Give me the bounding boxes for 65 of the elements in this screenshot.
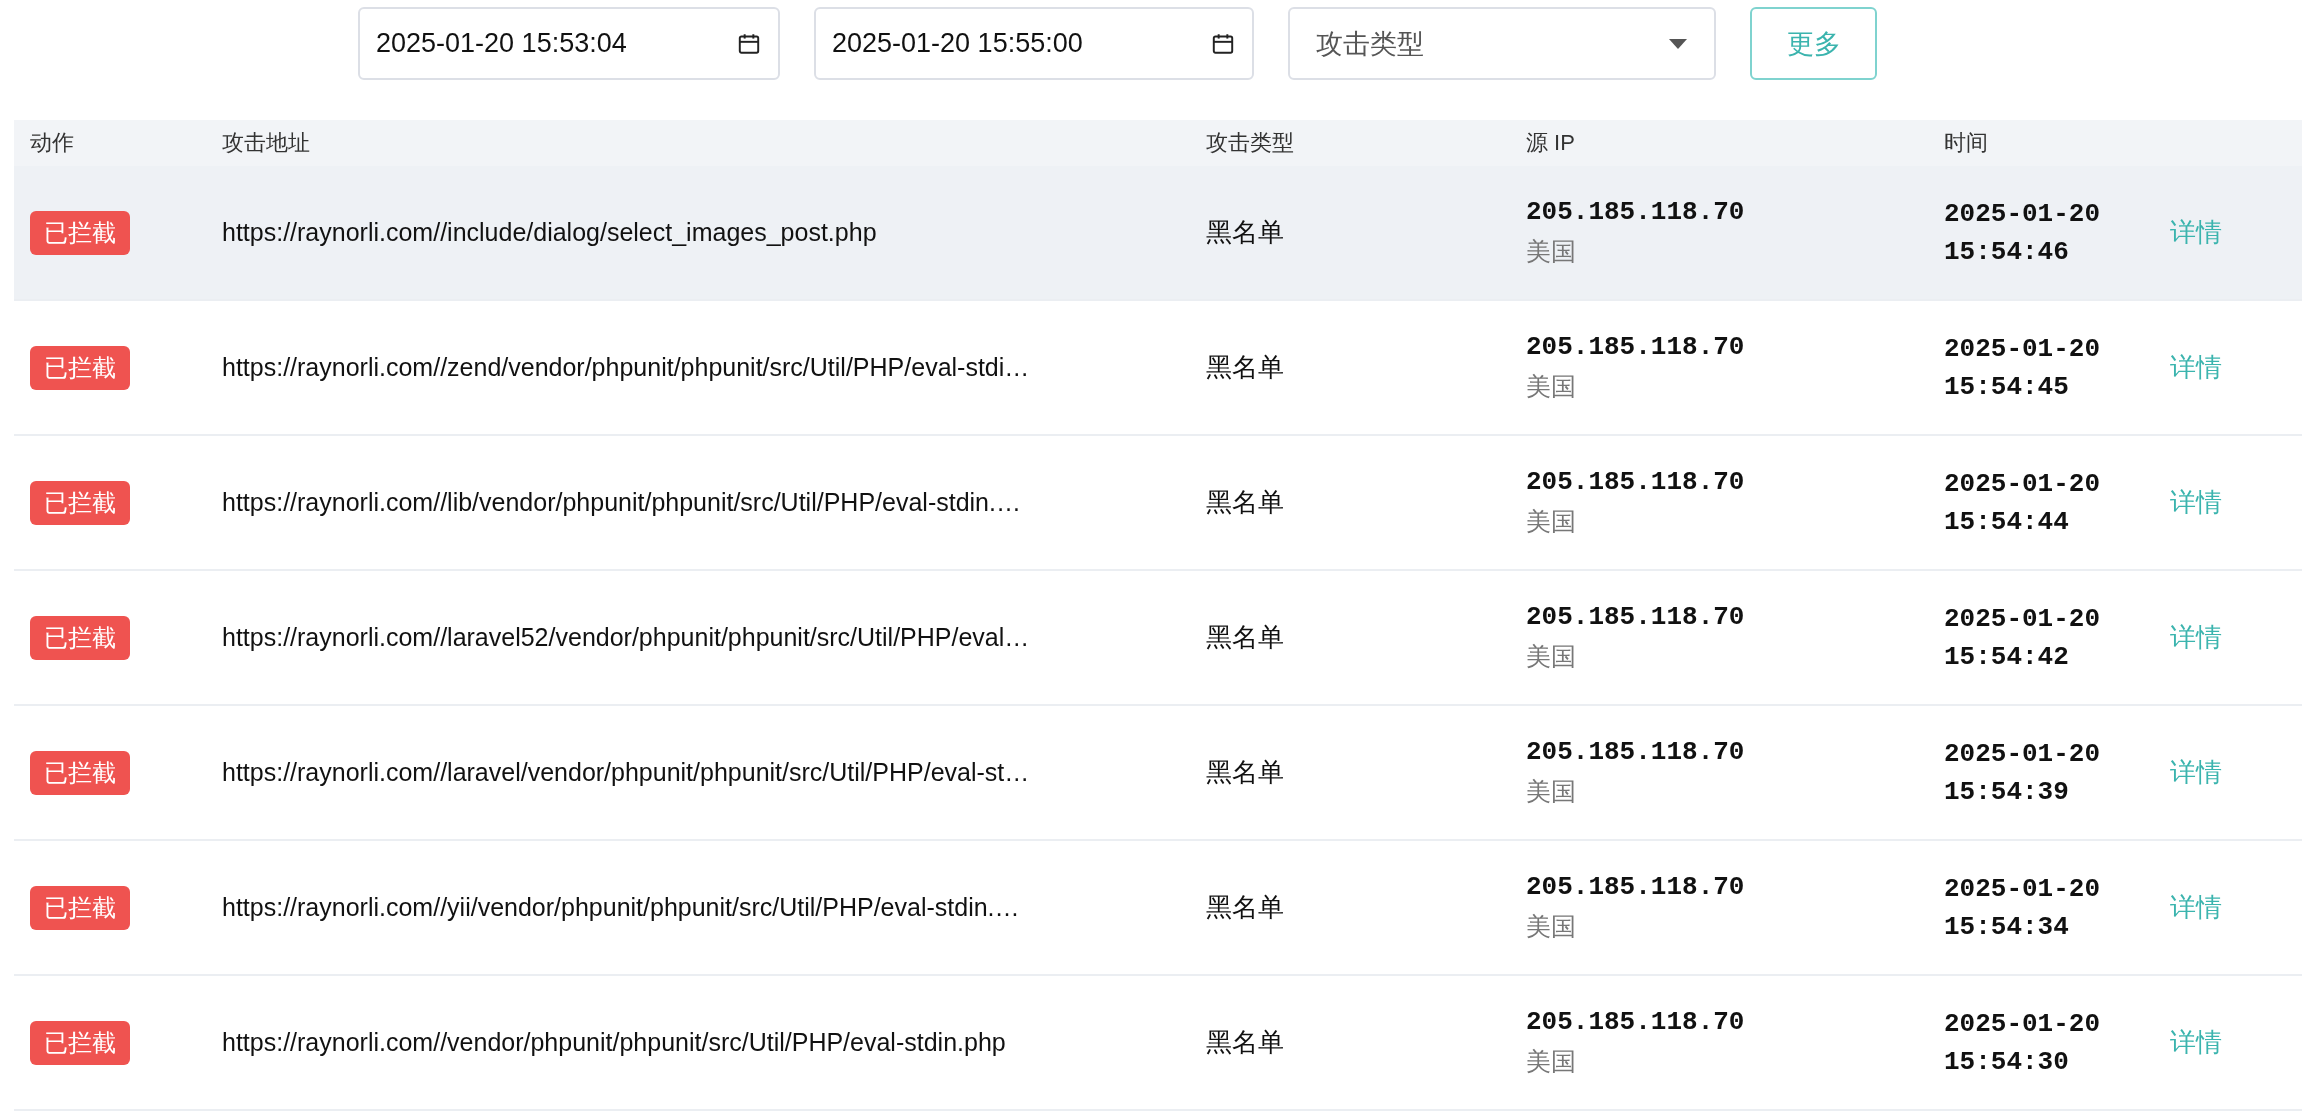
- column-header: 攻击地址: [222, 129, 311, 157]
- table-row[interactable]: 已拦截 https://raynorli.com//zend/vendor/phpunit/phpunit/src/Util/PHP/eval-stdi… 黑名单 205.185.118.70 美国 2025-01-20 15:54:45 详情: [14, 301, 2302, 436]
- source-ip: 205.185.118.70: [1526, 332, 1745, 362]
- attack-type-select[interactable]: 攻击类型: [1288, 7, 1716, 80]
- event-date: 2025-01-20: [1944, 468, 2101, 499]
- source-ip: 205.185.118.70: [1526, 602, 1745, 632]
- source-ip: 205.185.118.70: [1526, 1007, 1745, 1037]
- start-time-field[interactable]: 2025-01-20 15:53:04: [358, 7, 780, 80]
- blocked-badge: 已拦截: [30, 480, 130, 525]
- table-row[interactable]: 已拦截 https://raynorli.com//laravel/vendor/phpunit/phpunit/src/Util/PHP/eval-st… 黑名单 205.185.118.70 美国 2025-01-20 15:54:39 详情: [14, 706, 2302, 841]
- event-time: 15:54:45: [1944, 371, 2069, 402]
- event-time: 15:54:34: [1944, 911, 2069, 942]
- event-date: 2025-01-20: [1944, 738, 2101, 769]
- ip-region: 美国: [1526, 776, 1576, 807]
- ip-region: 美国: [1526, 641, 1576, 672]
- attack-type: 黑名单: [1206, 217, 1284, 247]
- attack-type: 黑名单: [1206, 892, 1284, 922]
- source-ip: 205.185.118.70: [1526, 197, 1745, 227]
- attack-url: https://raynorli.com//lib/vendor/phpunit/phpunit/src/Util/PHP/eval-stdin.…: [222, 488, 1021, 516]
- event-time: 15:54:39: [1944, 776, 2069, 807]
- blocked-badge: 已拦截: [30, 750, 130, 795]
- attack-type: 黑名单: [1206, 487, 1284, 517]
- event-time: 15:54:46: [1944, 236, 2069, 267]
- ip-region: 美国: [1526, 236, 1576, 267]
- column-header: 攻击类型: [1206, 129, 1295, 157]
- event-date: 2025-01-20: [1944, 603, 2101, 634]
- ip-region: 美国: [1526, 911, 1576, 942]
- end-time-field[interactable]: 2025-01-20 15:55:00: [814, 7, 1254, 80]
- attack-url: https://raynorli.com//zend/vendor/phpunit/phpunit/src/Util/PHP/eval-stdi…: [222, 353, 1030, 381]
- table-row[interactable]: 已拦截 https://raynorli.com//laravel52/vendor/phpunit/phpunit/src/Util/PHP/eval… 黑名单 205.185.118.70 美国 2025-01-20 15:54:42 详情: [14, 571, 2302, 706]
- event-time: 15:54:42: [1944, 641, 2069, 672]
- blocked-badge: 已拦截: [30, 210, 130, 255]
- event-date: 2025-01-20: [1944, 1008, 2101, 1039]
- table-row[interactable]: 已拦截 https://raynorli.com//vendor/phpunit/phpunit/src/Util/PHP/eval-stdin.php 黑名单 205.185.118.70 美国 2025-01-20 15:54:30 详情: [14, 976, 2302, 1111]
- source-ip: 205.185.118.70: [1526, 467, 1745, 497]
- attack-url: https://raynorli.com//laravel52/vendor/phpunit/phpunit/src/Util/PHP/eval…: [222, 623, 1030, 651]
- event-date: 2025-01-20: [1944, 333, 2101, 364]
- attack-type: 黑名单: [1206, 757, 1284, 787]
- event-date: 2025-01-20: [1944, 873, 2101, 904]
- attack-url: https://raynorli.com//include/dialog/select_images_post.php: [222, 218, 877, 246]
- table-row[interactable]: 已拦截 https://raynorli.com//lib/vendor/phpunit/phpunit/src/Util/PHP/eval-stdin.… 黑名单 205.185.118.70 美国 2025-01-20 15:54:44 详情: [14, 436, 2302, 571]
- ip-region: 美国: [1526, 1046, 1576, 1077]
- attack-type: 黑名单: [1206, 352, 1284, 382]
- ip-region: 美国: [1526, 506, 1576, 537]
- column-header: 源 IP: [1526, 129, 1576, 157]
- source-ip: 205.185.118.70: [1526, 872, 1745, 902]
- column-header: 时间: [1944, 129, 1989, 157]
- event-time: 15:54:44: [1944, 506, 2069, 537]
- blocked-badge: 已拦截: [30, 345, 130, 390]
- caret-icon: [1668, 37, 1688, 50]
- blocked-badge: 已拦截: [30, 1020, 130, 1065]
- column-header: 动作: [29, 129, 75, 157]
- attack-url: https://raynorli.com//yii/vendor/phpunit/phpunit/src/Util/PHP/eval-stdin.…: [222, 893, 1020, 921]
- table-row[interactable]: 已拦截 https://raynorli.com//yii/vendor/phpunit/phpunit/src/Util/PHP/eval-stdin.… 黑名单 205.185.118.70 美国 2025-01-20 15:54:34 详情: [14, 841, 2302, 976]
- ip-region: 美国: [1526, 371, 1576, 402]
- attack-url: https://raynorli.com//laravel/vendor/phpunit/phpunit/src/Util/PHP/eval-st…: [222, 758, 1030, 786]
- attack-type: 黑名单: [1206, 1027, 1284, 1057]
- event-time: 15:54:30: [1944, 1046, 2069, 1077]
- event-date: 2025-01-20: [1944, 198, 2101, 229]
- attack-url: https://raynorli.com//vendor/phpunit/phpunit/src/Util/PHP/eval-stdin.php: [222, 1028, 1006, 1056]
- source-ip: 205.185.118.70: [1526, 737, 1745, 767]
- table-row[interactable]: 已拦截 https://raynorli.com//include/dialog/select_images_post.php 黑名单 205.185.118.70 美国 2025-01-20 15:54:46 详情: [14, 166, 2302, 301]
- blocked-badge: 已拦截: [30, 885, 130, 930]
- blocked-badge: 已拦截: [30, 615, 130, 660]
- attack-type: 黑名单: [1206, 622, 1284, 652]
